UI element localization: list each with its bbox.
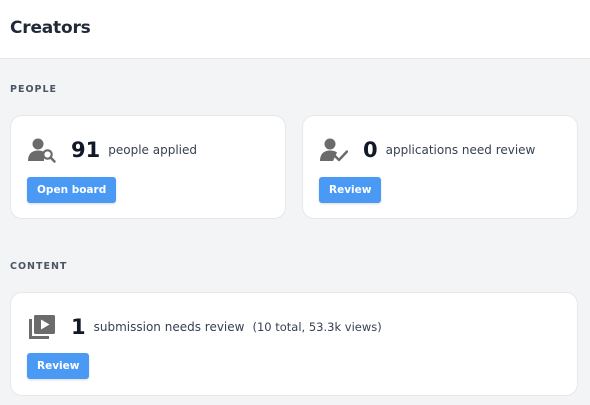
open-board-button[interactable]: Open board [27,177,117,203]
submission-subtext: (10 total, 53.3k views) [252,320,382,334]
page-title: Creators [10,18,91,38]
video-library-icon [28,313,58,341]
stat-row: 0 applications need review [320,136,535,164]
applied-count: 91 [71,138,101,162]
applications-review-card: 0 applications need review Review [302,115,578,219]
review-submission-button[interactable]: Review [27,353,90,379]
review-applications-button[interactable]: Review [319,177,382,203]
review-count: 0 [363,138,378,162]
top-bar: Creators [0,0,590,59]
submission-text: submission needs review [93,320,245,334]
stat-row: 91 people applied [28,136,197,164]
submission-review-card: 1 submission needs review (10 total, 53.… [10,292,578,396]
stat-row: 1 submission needs review (10 total, 53.… [28,313,382,341]
applied-text: people applied [108,143,197,157]
user-search-icon [28,136,58,164]
user-check-icon [320,136,350,164]
section-label-content: CONTENT [10,261,68,272]
review-text: applications need review [385,143,536,157]
people-applied-card: 91 people applied Open board [10,115,286,219]
creators-page: Creators PEOPLE 91 people applied Open b… [0,0,590,405]
section-label-people: PEOPLE [10,84,58,95]
submission-count: 1 [71,315,86,339]
